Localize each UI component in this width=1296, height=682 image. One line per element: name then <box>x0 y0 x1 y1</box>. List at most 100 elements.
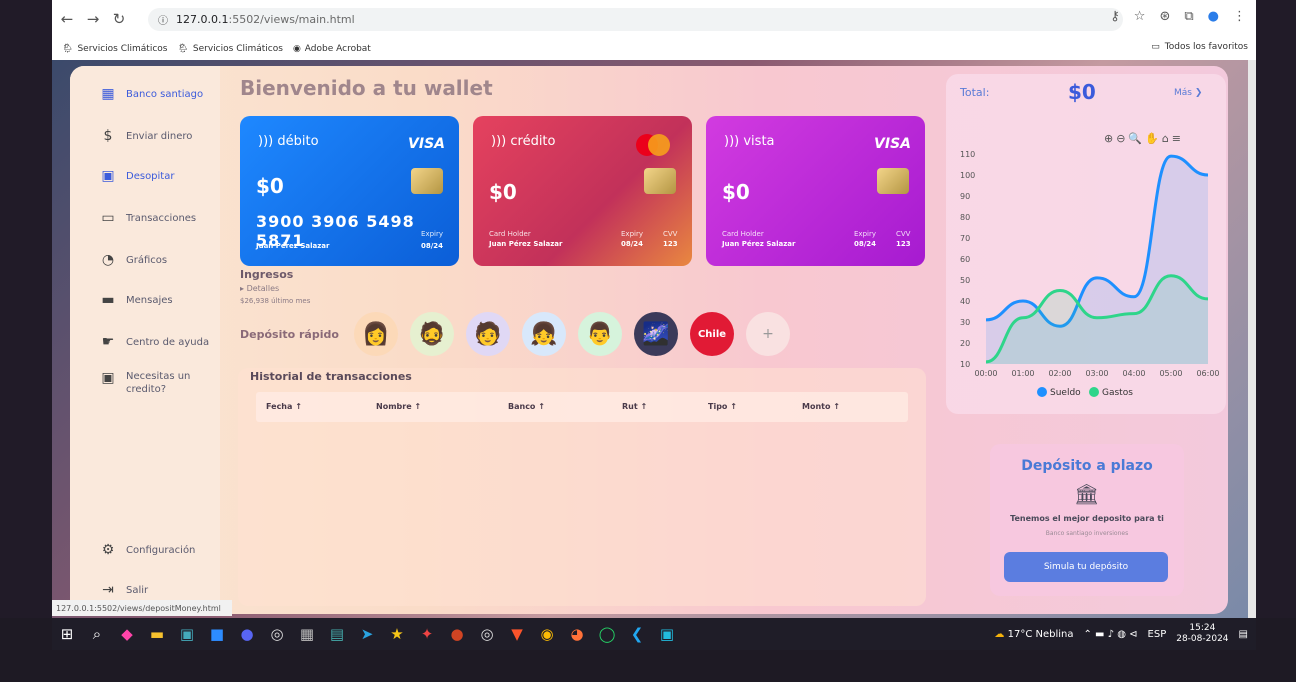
store-icon[interactable]: ▣ <box>172 625 202 643</box>
bookmark-item[interactable]: ◉ Adobe Acrobat <box>293 44 371 54</box>
vscode-icon[interactable]: ❮ <box>622 625 652 643</box>
y-tick-label: 70 <box>960 234 970 243</box>
app-icon[interactable]: ▣ <box>652 625 682 643</box>
sidebar-item-salir[interactable]: ⇥ Salir <box>100 582 148 598</box>
weather-icon: ☁ <box>994 628 1005 640</box>
powerpoint-icon[interactable]: ● <box>442 625 472 643</box>
address-bar[interactable]: ⓘ 127.0.0.1:5502/views/main.html <box>148 8 1123 31</box>
gear-icon: ⚙ <box>101 542 115 558</box>
simulate-deposit-button[interactable]: Simula tu depósito <box>1004 552 1168 582</box>
scrollbar[interactable] <box>1248 60 1256 618</box>
card-cvv: 123 <box>663 240 678 248</box>
windows-icon[interactable]: ⊞ <box>52 625 82 643</box>
col-tipo[interactable]: Tipo ↑ <box>708 402 737 411</box>
y-tick-label: 100 <box>960 171 975 180</box>
holder-label: Card Holder <box>722 230 764 238</box>
chrome-icon[interactable]: ◉ <box>532 625 562 643</box>
app-icon[interactable]: ◎ <box>262 625 292 643</box>
y-tick-label: 90 <box>960 192 970 201</box>
x-tick-label: 01:00 <box>1011 369 1034 378</box>
avatar[interactable]: 👩 <box>354 312 398 356</box>
card-credito[interactable]: ))) crédito $0 Card Holder Expiry CVV Ju… <box>473 116 692 266</box>
app-icon[interactable]: ◆ <box>112 625 142 643</box>
bookmark-item[interactable]: 🌦 Servicios Climáticos <box>177 44 282 54</box>
x-tick-label: 02:00 <box>1048 369 1071 378</box>
col-fecha[interactable]: Fecha ↑ <box>266 402 302 411</box>
key-icon[interactable]: ⚷ <box>1110 9 1120 24</box>
sidebar-item-credito[interactable]: ▣ Necesitas un credito? <box>100 370 206 396</box>
wallet-app: ▦ Banco santiago $ Enviar dinero ▣ Desopita… <box>70 66 1228 614</box>
app-icon[interactable]: ▤ <box>322 625 352 643</box>
sidebar-item-graficos[interactable]: ◔ Gráficos <box>100 252 167 268</box>
page-title: Bienvenido a tu wallet <box>240 76 493 100</box>
extension-icon[interactable]: ⊛ <box>1159 9 1170 24</box>
avatar[interactable]: 🧔 <box>410 312 454 356</box>
zoom-icon[interactable]: ■ <box>202 625 232 643</box>
star-icon[interactable]: ★ <box>382 625 412 643</box>
weather-icon: 🌦 <box>62 44 74 54</box>
avatar[interactable]: 👧 <box>522 312 566 356</box>
back-icon[interactable]: ← <box>56 10 78 28</box>
profile-icon[interactable]: ● <box>1208 9 1219 24</box>
transaction-history: Historial de transacciones Fecha ↑ Nombr… <box>238 368 926 606</box>
x-tick-label: 00:00 <box>974 369 997 378</box>
menu-icon[interactable]: ⋮ <box>1233 9 1246 24</box>
tray-icons[interactable]: ⌃ ▬ ♪ ◍ ⊲ <box>1084 629 1138 640</box>
add-contact-button[interactable]: + <box>746 312 790 356</box>
avatar[interactable]: 👨 <box>578 312 622 356</box>
info-icon[interactable]: ⓘ <box>158 12 168 27</box>
sidebar-item-mensajes[interactable]: ▬ Mensajes <box>100 292 172 308</box>
clock[interactable]: 15:24 28-08-2024 <box>1176 623 1228 645</box>
discord-icon[interactable]: ● <box>232 625 262 643</box>
language[interactable]: ESP <box>1148 629 1167 640</box>
weather-widget[interactable]: ☁ 17°C Neblina <box>994 629 1073 640</box>
cvv-label: CVV <box>896 230 911 238</box>
notification-icon[interactable]: ▤ <box>1239 629 1248 640</box>
legend-label: Sueldo <box>1050 388 1081 398</box>
sidebar-item-depositar[interactable]: ▣ Desopitar <box>100 168 174 184</box>
sidebar-item-enviar[interactable]: $ Enviar dinero <box>100 128 193 144</box>
card-debito[interactable]: ))) débito VISA $0 3900 3906 5498 5871 E… <box>240 116 459 266</box>
avatar-chile[interactable]: Chile <box>690 312 734 356</box>
card-holder: Juan Pérez Salazar <box>489 240 563 248</box>
all-bookmarks[interactable]: ▭ Todos los favoritos <box>1151 42 1248 52</box>
url-host: 127.0.0.1 <box>176 13 229 26</box>
mastercard-icon-2 <box>648 134 670 156</box>
sidebar-item-config[interactable]: ⚙ Configuración <box>100 542 196 558</box>
sidebar-item-banco[interactable]: ▦ Banco santiago <box>100 86 203 102</box>
col-monto[interactable]: Monto ↑ <box>802 402 840 411</box>
telegram-icon[interactable]: ➤ <box>352 625 382 643</box>
firefox-icon[interactable]: ◕ <box>562 625 592 643</box>
calculator-icon[interactable]: ▦ <box>292 625 322 643</box>
card-balance: $0 <box>722 180 750 204</box>
cvv-label: CVV <box>663 230 678 238</box>
chart-panel: Total: $0 Más ❯ ⊕⊖🔍✋⌂≡ 10 20 30 40 50 60 70 80 9… <box>946 74 1226 414</box>
dell-icon[interactable]: ◎ <box>472 625 502 643</box>
sidebar-item-transacciones[interactable]: ▭ Transacciones <box>100 210 196 226</box>
forward-icon[interactable]: → <box>82 10 104 28</box>
search-icon[interactable]: ⌕ <box>82 625 112 643</box>
avatar[interactable]: 🌌 <box>634 312 678 356</box>
avatar[interactable]: 🧑 <box>466 312 510 356</box>
star-icon[interactable]: ☆ <box>1134 9 1146 24</box>
reload-icon[interactable]: ↻ <box>108 10 130 28</box>
y-tick-label: 50 <box>960 276 970 285</box>
card-vista[interactable]: ))) vista VISA $0 Card Holder Expiry CVV… <box>706 116 925 266</box>
puzzle-icon[interactable]: ⧉ <box>1184 9 1193 24</box>
x-tick-label: 06:00 <box>1196 369 1219 378</box>
card-cvv: 123 <box>896 240 911 248</box>
bookmark-item[interactable]: 🌦 Servicios Climáticos <box>62 44 167 54</box>
folder-icon[interactable]: ▬ <box>142 625 172 643</box>
brave-icon[interactable]: ▼ <box>502 625 532 643</box>
col-rut[interactable]: Rut ↑ <box>622 402 647 411</box>
legend-marker <box>1089 387 1099 397</box>
col-nombre[interactable]: Nombre ↑ <box>376 402 421 411</box>
chart-icon: ◔ <box>101 252 115 268</box>
more-link[interactable]: Más ❯ <box>1174 88 1202 98</box>
col-banco[interactable]: Banco ↑ <box>508 402 545 411</box>
detalles-toggle[interactable]: ▸ Detalles <box>240 284 279 293</box>
app-icon[interactable]: ✦ <box>412 625 442 643</box>
sidebar-item-ayuda[interactable]: ☛ Centro de ayuda <box>100 334 209 350</box>
whatsapp-icon[interactable]: ◯ <box>592 625 622 643</box>
visa-logo: VISA <box>874 136 911 152</box>
